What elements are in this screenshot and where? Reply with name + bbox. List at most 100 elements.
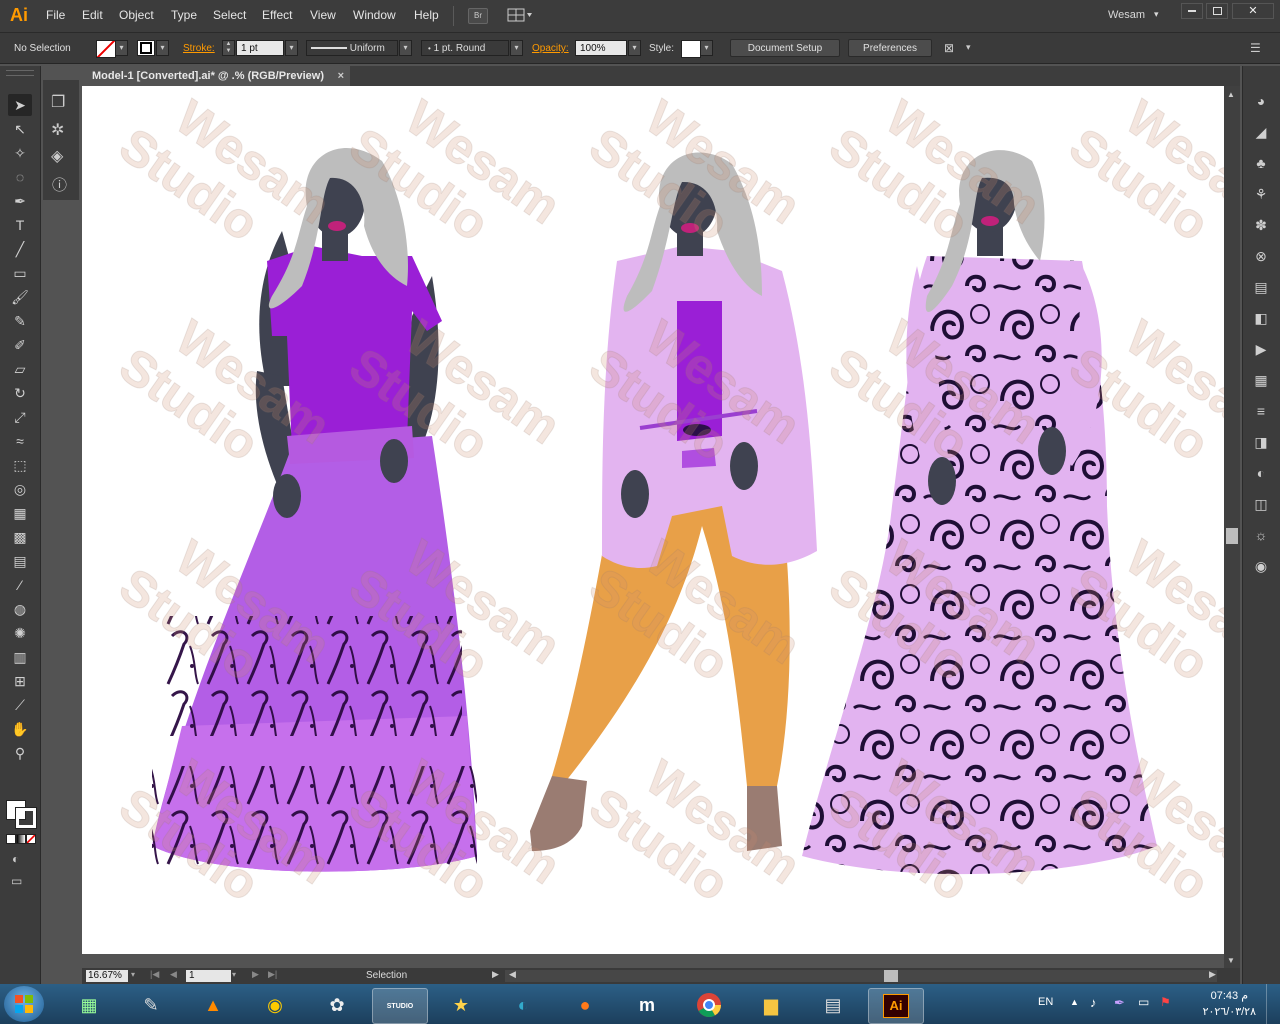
graph-icon[interactable]: ▥ bbox=[8, 646, 32, 668]
symbols-panel-icon[interactable]: ✲ bbox=[51, 120, 64, 140]
network-icon[interactable]: ▭ bbox=[1138, 995, 1149, 1009]
menu-effect[interactable]: Effect bbox=[262, 8, 292, 22]
menu-view[interactable]: View bbox=[310, 8, 336, 22]
actions-icon[interactable]: ▶ bbox=[1249, 338, 1273, 360]
scroll-up-icon[interactable]: ▲ bbox=[1227, 90, 1235, 99]
links-icon[interactable]: ⊗ bbox=[1249, 245, 1273, 267]
scroll-right-icon[interactable]: ▶ bbox=[1209, 969, 1216, 980]
taskbar-illustrator-button[interactable]: Ai bbox=[868, 988, 924, 1024]
taskbar-monitor-icon[interactable]: ▦ bbox=[62, 988, 116, 1022]
rectangle-icon[interactable]: ▭ bbox=[8, 262, 32, 284]
align-dropdown[interactable]: ▾ bbox=[966, 42, 971, 53]
panel-grip[interactable] bbox=[6, 70, 34, 76]
pencil-icon[interactable]: ✎ bbox=[8, 310, 32, 332]
status-menu-icon[interactable]: ▶ bbox=[492, 969, 499, 980]
prev-artboard-icon[interactable]: ◀ bbox=[170, 969, 177, 980]
artboard-dropdown[interactable]: ▾ bbox=[232, 970, 236, 979]
color-guide-icon[interactable]: ◢ bbox=[1249, 121, 1273, 143]
symbols-icon[interactable]: ✽ bbox=[1249, 214, 1273, 236]
clock-time[interactable]: 07:43 م bbox=[1200, 989, 1248, 1002]
menu-edit[interactable]: Edit bbox=[82, 8, 103, 22]
perspective-icon[interactable]: ▦ bbox=[8, 502, 32, 524]
menu-select[interactable]: Select bbox=[213, 8, 246, 22]
stroke-dropdown[interactable]: ▾ bbox=[156, 40, 169, 56]
color-icon[interactable]: ◕ bbox=[1249, 90, 1273, 112]
minimize-button[interactable] bbox=[1181, 3, 1203, 19]
none-mode-icon[interactable] bbox=[26, 834, 36, 844]
profile-dropdown[interactable]: ▾ bbox=[399, 40, 412, 56]
artboard[interactable]: Wesam Studio Wesam Studio Wesam Studio Wesam St… bbox=[82, 86, 1224, 954]
gradient-mode-icon[interactable] bbox=[16, 834, 26, 844]
horizontal-scroll-thumb[interactable] bbox=[884, 970, 898, 982]
bridge-button[interactable]: Br bbox=[468, 8, 488, 24]
info-panel-icon[interactable]: ⓘ bbox=[52, 174, 67, 195]
graphic-styles-icon[interactable]: ☼ bbox=[1249, 524, 1273, 546]
direct-selection-icon[interactable]: ↖ bbox=[8, 118, 32, 140]
stroke-swatch[interactable] bbox=[137, 40, 155, 56]
start-button[interactable] bbox=[4, 986, 44, 1022]
mesh-icon[interactable]: ▩ bbox=[8, 526, 32, 548]
taskbar-pen-icon[interactable]: ✎ bbox=[124, 988, 178, 1022]
swatches-icon[interactable]: ♣ bbox=[1249, 152, 1273, 174]
close-window-button[interactable]: ✕ bbox=[1232, 3, 1274, 19]
transform-icon[interactable]: ◧ bbox=[1249, 307, 1273, 329]
feather-tray-icon[interactable]: ✒ bbox=[1114, 995, 1125, 1011]
line-icon[interactable]: ╱ bbox=[8, 238, 32, 260]
warp-icon[interactable]: ≈ bbox=[8, 430, 32, 452]
stroke-weight-field[interactable]: 1 pt bbox=[236, 40, 284, 56]
horizontal-scrollbar[interactable] bbox=[505, 970, 1217, 982]
taskbar-star-icon[interactable]: ★ bbox=[434, 988, 488, 1022]
opacity-dropdown[interactable]: ▾ bbox=[628, 40, 641, 56]
preferences-button[interactable]: Preferences bbox=[848, 39, 932, 57]
menu-window[interactable]: Window bbox=[353, 8, 396, 22]
vertical-scrollbar[interactable] bbox=[1224, 86, 1240, 968]
rotate-icon[interactable]: ↻ bbox=[8, 382, 32, 404]
brush-definition[interactable]: • 1 pt. Round bbox=[421, 40, 509, 56]
last-artboard-icon[interactable]: ▶| bbox=[268, 969, 277, 980]
taskbar-vlc-icon[interactable]: ▲ bbox=[186, 988, 240, 1022]
show-desktop-button[interactable] bbox=[1266, 984, 1280, 1024]
blend-icon[interactable]: ◍ bbox=[8, 598, 32, 620]
menu-type[interactable]: Type bbox=[171, 8, 197, 22]
free-transform-icon[interactable]: ⬚ bbox=[8, 454, 32, 476]
align-icon[interactable]: ▤ bbox=[1249, 276, 1273, 298]
eraser-icon[interactable]: ▱ bbox=[8, 358, 32, 380]
lasso-icon[interactable]: ◌ bbox=[8, 166, 32, 188]
taskbar-maxthon-icon[interactable]: m bbox=[620, 988, 674, 1022]
layers-icon[interactable]: ▦ bbox=[1249, 369, 1273, 391]
variable-width-profile[interactable]: Uniform bbox=[306, 40, 398, 56]
taskbar-paint-icon[interactable]: ✿ bbox=[310, 988, 364, 1022]
opacity-field[interactable]: 100% bbox=[575, 40, 627, 56]
close-tab-icon[interactable]: × bbox=[338, 66, 344, 86]
navigator-icon[interactable]: ◉ bbox=[1249, 555, 1273, 577]
layers-panel-icon[interactable]: ◈ bbox=[51, 146, 63, 166]
next-artboard-icon[interactable]: ▶ bbox=[252, 969, 259, 980]
screen-mode-icon[interactable]: ▭ bbox=[11, 874, 22, 888]
stroke-box[interactable] bbox=[15, 807, 37, 829]
zoom-dropdown[interactable]: ▾ bbox=[131, 970, 135, 979]
action-center-icon[interactable]: ⚑ bbox=[1160, 995, 1171, 1009]
brush-dropdown[interactable]: ▾ bbox=[510, 40, 523, 56]
panel-menu-icon[interactable]: ☰ bbox=[1250, 41, 1261, 55]
fill-dropdown[interactable]: ▾ bbox=[115, 40, 128, 56]
artboard-number-field[interactable]: 1 bbox=[186, 970, 231, 982]
menu-file[interactable]: File bbox=[46, 8, 65, 22]
fill-swatch[interactable] bbox=[96, 40, 116, 58]
shape-builder-icon[interactable]: ◎ bbox=[8, 478, 32, 500]
chevron-down-icon[interactable]: ▾ bbox=[1154, 9, 1159, 20]
symbol-sprayer-icon[interactable]: ✺ bbox=[8, 622, 32, 644]
artboards-panel-icon[interactable]: ❐ bbox=[51, 92, 65, 112]
stroke-icon[interactable]: ≡ bbox=[1249, 400, 1273, 422]
scroll-left-icon[interactable]: ◀ bbox=[509, 969, 516, 980]
zoom-field[interactable]: 16.67% bbox=[86, 970, 128, 982]
taskbar-document-icon[interactable]: ▤ bbox=[806, 988, 860, 1022]
gradient-panel-icon[interactable]: ◨ bbox=[1249, 431, 1273, 453]
transparency-icon[interactable]: ◐ bbox=[1249, 462, 1273, 484]
eyedropper-icon[interactable]: ⁄ bbox=[8, 574, 32, 596]
brushes-icon[interactable]: ⚘ bbox=[1249, 183, 1273, 205]
restore-button[interactable] bbox=[1206, 3, 1228, 19]
color-mode-icon[interactable] bbox=[6, 834, 16, 844]
selection-icon[interactable]: ➤ bbox=[8, 94, 32, 116]
taskbar-studio-icon[interactable]: STUDIO bbox=[372, 988, 428, 1024]
document-setup-button[interactable]: Document Setup bbox=[730, 39, 840, 57]
